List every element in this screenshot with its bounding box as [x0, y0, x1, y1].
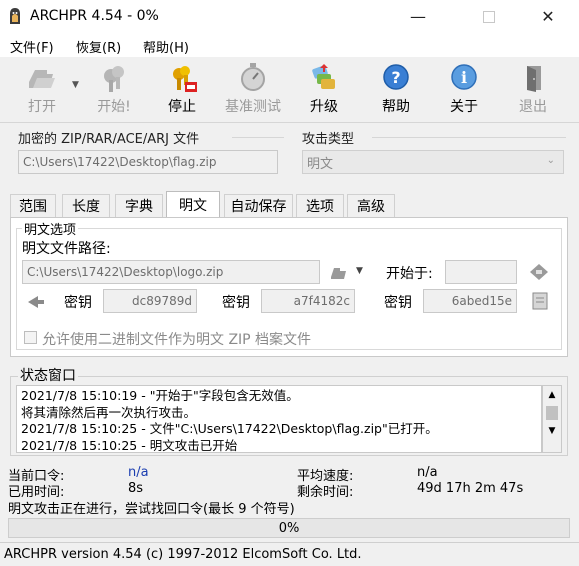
start-at-field[interactable] — [445, 260, 517, 284]
key2-field[interactable]: a7f4182c — [261, 289, 355, 313]
plaintext-browse-button[interactable] — [330, 263, 350, 285]
menu-help[interactable]: 帮助(H) — [143, 37, 189, 56]
log-line: 2021/7/8 15:10:19 - "开始于"字段包含无效值。 — [21, 388, 299, 403]
tab-length[interactable]: 长度 — [62, 194, 110, 217]
stop-icon — [173, 66, 197, 92]
status-window-label: 状态窗口 — [18, 365, 78, 385]
app-icon — [6, 6, 24, 26]
key1-field[interactable]: dc89789d — [103, 289, 197, 313]
log-line: 将其清除然后再一次执行攻击。 — [21, 404, 197, 420]
close-button[interactable]: ✕ — [525, 0, 571, 33]
key-arrow-button[interactable] — [26, 294, 46, 314]
avg-speed-value: n/a — [417, 465, 438, 480]
status-bar: ARCHPR version 4.54 (c) 1997-2012 ElcomS… — [0, 542, 579, 566]
open-icon — [29, 70, 55, 88]
key-tools-icon — [532, 292, 548, 310]
toolbar-upgrade-button[interactable]: 升级 — [296, 60, 352, 120]
toolbar-about-button[interactable]: i 关于 — [436, 60, 492, 120]
menu-recovery[interactable]: 恢复(R) — [76, 37, 121, 56]
start-at-options-button[interactable] — [528, 262, 550, 286]
arrow-icon — [28, 296, 44, 308]
log-line: 2021/7/8 15:10:25 - 明文攻击已开始 — [21, 437, 238, 453]
tab-range[interactable]: 范围 — [10, 194, 56, 217]
key2-label: 密钥 — [222, 295, 250, 311]
status-log[interactable]: 2021/7/8 15:10:19 - "开始于"字段包含无效值。 将其清除然后… — [16, 385, 542, 453]
key3-label: 密钥 — [384, 295, 412, 311]
toolbar-open-label: 打开 — [28, 99, 56, 115]
scroll-down-icon[interactable]: ▼ — [543, 426, 561, 436]
start-at-label: 开始于: — [386, 266, 433, 282]
allow-binary-label: 允许使用二进制文件作为明文 ZIP 档案文件 — [42, 332, 312, 348]
plaintext-path-field[interactable]: C:\Users\17422\Desktop\logo.zip — [22, 260, 320, 284]
exit-icon — [527, 66, 541, 92]
toolbar-open-button[interactable]: 打开 — [14, 60, 70, 120]
log-line: 2021/7/8 15:10:25 - 文件"C:\Users\17422\De… — [21, 421, 438, 436]
encrypted-file-rule — [232, 137, 284, 138]
browse-dropdown-icon[interactable]: ▼ — [356, 266, 363, 276]
menu-file[interactable]: 文件(F) — [10, 37, 54, 56]
toolbar-help-label: 帮助 — [382, 99, 410, 115]
toolbar-benchmark-label: 基准测试 — [225, 99, 281, 115]
toolbar-stop-button[interactable]: 停止 — [154, 60, 210, 120]
encrypted-file-path-field[interactable]: C:\Users\17422\Desktop\flag.zip — [18, 150, 278, 174]
remaining-label: 剩余时间: — [297, 485, 354, 500]
progress-bar: 0% — [8, 518, 570, 538]
minimize-icon: — — [410, 7, 426, 26]
key-tools-button[interactable] — [530, 290, 550, 316]
about-icon: i — [451, 64, 477, 90]
chevron-down-icon: ⌄ — [546, 155, 555, 166]
toolbar-upgrade-label: 升级 — [310, 99, 338, 115]
upgrade-icon — [312, 64, 335, 89]
current-password-value: n/a — [128, 465, 149, 480]
window-title: ARCHPR 4.54 - 0% — [30, 8, 159, 24]
key1-label: 密钥 — [64, 295, 92, 311]
toolbar-exit-button[interactable]: 退出 — [505, 60, 561, 120]
tab-options[interactable]: 选项 — [296, 194, 344, 217]
toolbar-exit-label: 退出 — [519, 99, 547, 115]
status-bar-text: ARCHPR version 4.54 (c) 1997-2012 ElcomS… — [4, 547, 362, 562]
start-icon — [104, 66, 124, 92]
minimize-button[interactable]: — — [395, 0, 441, 33]
svg-text:?: ? — [391, 68, 400, 87]
tab-plaintext[interactable]: 明文 — [166, 191, 220, 218]
open-dropdown-icon[interactable]: ▼ — [72, 80, 79, 90]
toolbar-help-button[interactable]: ? 帮助 — [368, 60, 424, 120]
svg-text:i: i — [461, 68, 467, 87]
toolbar-stop-label: 停止 — [168, 99, 196, 115]
close-icon: ✕ — [541, 7, 555, 26]
plaintext-options-label: 明文选项 — [22, 219, 79, 238]
benchmark-icon — [241, 63, 265, 91]
maximize-button[interactable] — [466, 0, 512, 33]
toolbar-divider — [0, 122, 579, 123]
attack-type-rule — [372, 137, 566, 138]
attack-type-value: 明文 — [307, 156, 334, 172]
tab-advanced[interactable]: 高级 — [347, 194, 395, 217]
open-icon — [331, 268, 346, 279]
help-icon: ? — [383, 64, 409, 90]
toolbar-about-label: 关于 — [450, 99, 478, 115]
plaintext-path-label: 明文文件路径: — [22, 241, 111, 257]
scroll-thumb[interactable] — [546, 406, 558, 420]
remaining-value: 49d 17h 2m 47s — [417, 481, 524, 496]
tab-autosave[interactable]: 自动保存 — [224, 194, 293, 217]
toolbar-start-button[interactable]: 开始! — [86, 60, 142, 120]
scroll-up-icon[interactable]: ▲ — [543, 390, 561, 400]
key3-field[interactable]: 6abed15e — [423, 289, 517, 313]
progress-message: 明文攻击正在进行，尝试找回口令(最长 9 个符号) — [8, 502, 295, 517]
progress-percent: 0% — [278, 520, 300, 536]
allow-binary-checkbox[interactable] — [24, 331, 37, 344]
tab-dictionary[interactable]: 字典 — [115, 194, 163, 217]
status-log-scrollbar[interactable]: ▲ ▼ — [542, 385, 562, 453]
encrypted-file-label: 加密的 ZIP/RAR/ACE/ARJ 文件 — [18, 132, 200, 147]
toolbar-benchmark-button[interactable]: 基准测试 — [223, 60, 283, 120]
maximize-icon — [483, 10, 495, 23]
attack-type-label: 攻击类型 — [302, 132, 355, 147]
attack-type-select[interactable]: 明文 ⌄ — [302, 150, 564, 174]
toolbar-start-label: 开始! — [97, 99, 131, 115]
elapsed-value: 8s — [128, 481, 144, 496]
config-icon — [530, 264, 548, 280]
